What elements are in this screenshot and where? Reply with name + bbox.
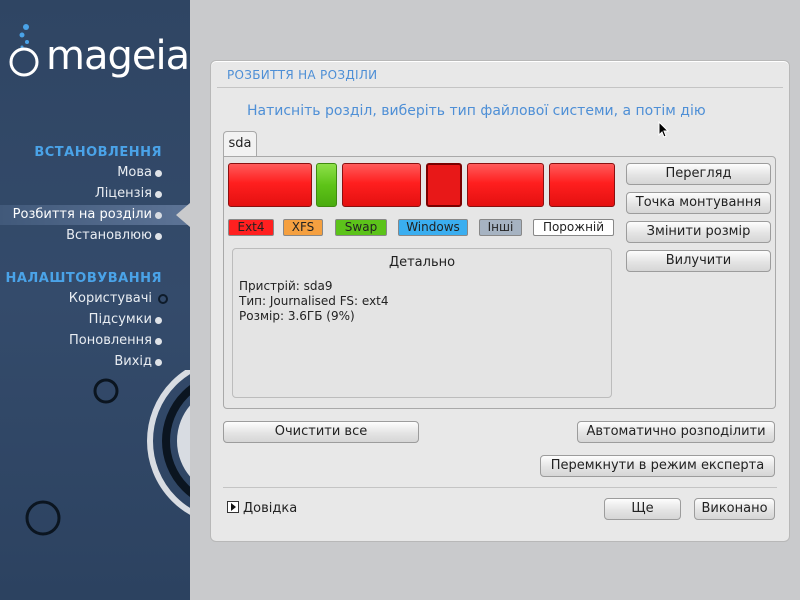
divider	[217, 87, 783, 88]
sidebar-item-partitioning: Розбиття на розділи	[0, 205, 190, 225]
legend-ext4: Ext4	[228, 219, 274, 236]
help-expander[interactable]: Довідка	[227, 501, 297, 516]
sidebar-item-label: Вихід	[114, 354, 152, 369]
detail-size: Розмір: 3.6ГБ (9%)	[239, 309, 355, 323]
sidebar-item-label: Мова	[117, 165, 152, 180]
more-button[interactable]: Ще	[604, 498, 681, 520]
legend-other: Інші	[479, 219, 522, 236]
legend-swap: Swap	[335, 219, 387, 236]
sidebar-item-label: Розбиття на розділи	[12, 207, 152, 222]
legend-empty: Порожній	[533, 219, 614, 236]
done-button[interactable]: Виконано	[694, 498, 775, 520]
sidebar-item-exit: Вихід	[0, 352, 190, 372]
step-dot-icon	[155, 170, 162, 177]
section-title-install: ВСТАНОВЛЕННЯ	[34, 145, 162, 160]
detail-device: Пристрій: sda9	[239, 279, 333, 293]
legend-windows: Windows	[398, 219, 468, 236]
tab-sda[interactable]: sda	[223, 131, 257, 157]
step-dot-icon	[155, 191, 162, 198]
mouse-cursor-icon	[658, 121, 670, 138]
mount-point-button[interactable]: Точка монтування	[626, 192, 771, 214]
sidebar-item-summary: Підсумки	[0, 310, 190, 330]
partitioning-panel: РОЗБИТТЯ НА РОЗДІЛИ Натисніть розділ, ви…	[210, 60, 790, 542]
resize-button[interactable]: Змінити розмір	[626, 221, 771, 243]
sidebar-item-label: Встановлюю	[66, 228, 152, 243]
page-title: РОЗБИТТЯ НА РОЗДІЛИ	[227, 68, 378, 82]
section-title-configure: НАЛАШТОВУВАННЯ	[5, 271, 162, 286]
clear-all-button[interactable]: Очистити все	[223, 421, 419, 443]
logo-wordmark: mageia	[46, 33, 190, 79]
detail-type: Тип: Journalised FS: ext4	[239, 294, 389, 308]
step-ring-icon	[158, 294, 168, 304]
details-title: Детально	[388, 255, 456, 270]
help-label: Довідка	[243, 501, 298, 516]
legend-xfs: XFS	[283, 219, 323, 236]
step-dot-icon	[155, 233, 162, 240]
details-box: Детально Пристрій: sda9 Тип: Journalised…	[232, 248, 612, 398]
sidebar: mageia ВСТАНОВЛЕННЯ Мова Ліцензія Розбит…	[0, 0, 190, 600]
sidebar-item-license: Ліцензія	[0, 184, 190, 204]
step-dot-icon	[155, 359, 162, 366]
sidebar-item-label: Підсумки	[88, 312, 152, 327]
sidebar-item-label: Користувачі	[68, 291, 152, 306]
partition-ext4[interactable]	[342, 163, 421, 207]
delete-button[interactable]: Вилучити	[626, 250, 771, 272]
step-dot-icon	[155, 317, 162, 324]
partition-ext4[interactable]	[228, 163, 312, 207]
sidebar-item-updates: Поновлення	[0, 331, 190, 351]
partition-swap[interactable]	[316, 163, 337, 207]
active-step-arrow	[176, 203, 190, 227]
step-dot-icon	[155, 212, 162, 219]
instruction-text: Натисніть розділ, виберіть тип файлової …	[247, 103, 706, 119]
sidebar-item-installing: Встановлюю	[0, 226, 190, 246]
view-button[interactable]: Перегляд	[626, 163, 771, 185]
expand-arrow-icon	[227, 501, 239, 513]
disk-tab-content: Ext4 XFS Swap Windows Інші Порожній Дета…	[223, 156, 776, 409]
partition-ext4[interactable]	[467, 163, 544, 207]
partition-ext4[interactable]	[549, 163, 615, 207]
expert-mode-button[interactable]: Перемкнути в режим експерта	[540, 455, 775, 477]
divider	[223, 487, 777, 488]
sidebar-item-label: Поновлення	[69, 333, 152, 348]
step-dot-icon	[155, 338, 162, 345]
sidebar-item-label: Ліцензія	[94, 186, 152, 201]
partition-ext4-selected[interactable]	[426, 163, 462, 207]
decorative-circles	[25, 370, 190, 536]
auto-allocate-button[interactable]: Автоматично розподілити	[577, 421, 775, 443]
sidebar-item-language: Мова	[0, 163, 190, 183]
sidebar-item-users: Користувачі	[0, 289, 190, 309]
